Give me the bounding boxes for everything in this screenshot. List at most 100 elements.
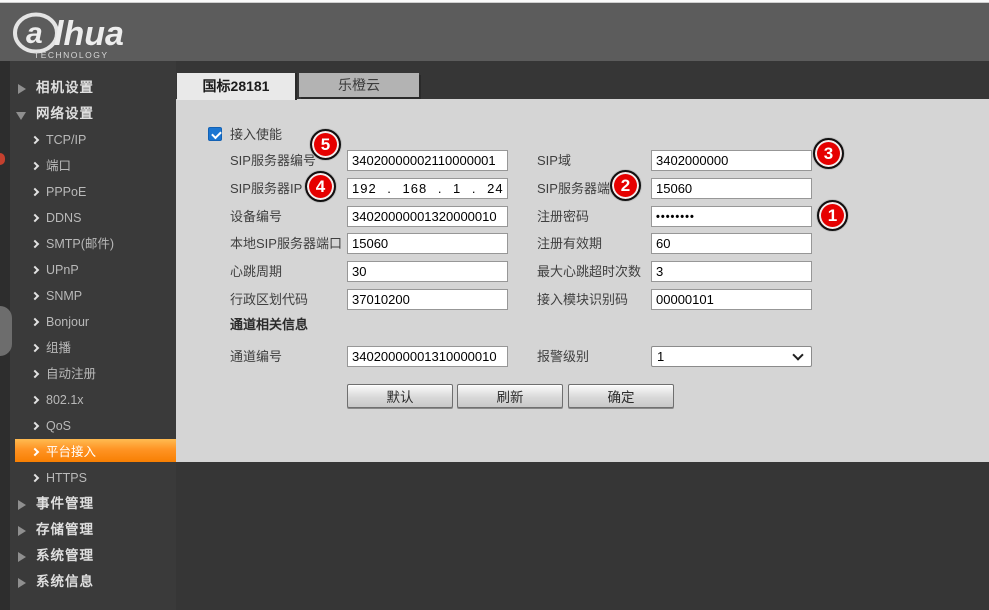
heartbeat-period-label: 心跳周期: [230, 261, 282, 282]
chevron-right-icon: [31, 370, 39, 378]
sidebar-item-label: 自动注册: [46, 367, 96, 381]
access-module-id-label: 接入模块识别码: [537, 289, 628, 310]
heartbeat-period-input[interactable]: [347, 261, 508, 282]
annotation-badge-3: 3: [813, 138, 844, 169]
admin-region-code-label: 行政区划代码: [230, 289, 308, 310]
chevron-right-icon: [31, 188, 39, 196]
triangle-right-icon: [18, 84, 26, 94]
sidebar-item-ddns[interactable]: DDNS: [0, 205, 176, 231]
register-password-label: 注册密码: [537, 206, 589, 227]
triangle-right-icon: [18, 500, 26, 510]
chevron-right-icon: [31, 162, 39, 170]
sip-domain-label: SIP域: [537, 150, 571, 171]
admin-region-code-input[interactable]: [347, 289, 508, 310]
local-sip-server-port-label: 本地SIP服务器端口: [230, 233, 342, 254]
sidebar-item-label: 组播: [46, 341, 71, 355]
enable-label: 接入使能: [230, 124, 282, 143]
sidebar-item-storage-management[interactable]: 存储管理: [0, 517, 176, 543]
triangle-right-icon: [18, 552, 26, 562]
sidebar-item-label: HTTPS: [46, 471, 87, 485]
local-sip-server-port-input[interactable]: [347, 233, 508, 254]
sidebar-item-label: 存储管理: [36, 522, 94, 537]
chevron-right-icon: [31, 344, 39, 352]
sidebar-item-multicast[interactable]: 组播: [0, 335, 176, 361]
sidebar-item-label: DDNS: [46, 211, 81, 225]
annotation-badge-1: 1: [817, 200, 848, 231]
sidebar-item-port[interactable]: 端口: [0, 153, 176, 179]
max-heartbeat-timeout-label: 最大心跳超时次数: [537, 261, 641, 282]
register-password-input[interactable]: [651, 206, 812, 227]
sidebar-item-system-management[interactable]: 系统管理: [0, 543, 176, 569]
sidebar-item-https[interactable]: HTTPS: [0, 465, 176, 491]
dahua-logo: a lhua TECHNOLOGY: [12, 9, 182, 66]
chevron-right-icon: [31, 136, 39, 144]
sidebar-item-system-info[interactable]: 系统信息: [0, 569, 176, 595]
sidebar-item-label: PPPoE: [46, 185, 86, 199]
alarm-level-select[interactable]: 1: [651, 346, 812, 367]
sidebar-item-8021x[interactable]: 802.1x: [0, 387, 176, 413]
device-id-label: 设备编号: [230, 206, 282, 227]
triangle-right-icon: [18, 578, 26, 588]
channel-info-section-title: 通道相关信息: [230, 314, 308, 333]
sidebar-item-tcpip[interactable]: TCP/IP: [0, 127, 176, 153]
sidebar-item-network-settings[interactable]: 网络设置: [0, 101, 176, 127]
alarm-level-selected-value: 1: [657, 349, 664, 364]
refresh-button[interactable]: 刷新: [457, 384, 563, 408]
register-valid-period-label: 注册有效期: [537, 233, 602, 254]
chevron-right-icon: [31, 474, 39, 482]
sidebar-item-snmp[interactable]: SNMP: [0, 283, 176, 309]
sidebar-item-platform-access[interactable]: 平台接入: [0, 439, 176, 465]
sidebar-item-label: 相机设置: [36, 80, 94, 95]
register-valid-period-input[interactable]: [651, 233, 812, 254]
dahua-web-config-page: a lhua TECHNOLOGY 相机设置 网络设置 TCP/IP 端口 PP…: [0, 0, 989, 610]
triangle-down-icon: [16, 112, 26, 120]
sidebar-item-auto-register[interactable]: 自动注册: [0, 361, 176, 387]
sidebar-item-bonjour[interactable]: Bonjour: [0, 309, 176, 335]
triangle-right-icon: [18, 526, 26, 536]
sidebar-item-label: UPnP: [46, 263, 79, 277]
collapse-handle[interactable]: [0, 306, 12, 356]
annotation-badge-2: 2: [610, 170, 641, 201]
alarm-level-label: 报警级别: [537, 346, 589, 367]
sidebar-nav: 相机设置 网络设置 TCP/IP 端口 PPPoE DDNS SMTP(邮件): [0, 61, 176, 610]
tab-lechengyun[interactable]: 乐橙云: [299, 73, 419, 97]
sidebar-item-label: Bonjour: [46, 315, 89, 329]
channel-id-label: 通道编号: [230, 346, 282, 367]
sip-server-id-label: SIP服务器编号: [230, 150, 316, 171]
enable-checkbox[interactable]: [208, 127, 222, 141]
sip-server-id-input[interactable]: [347, 150, 508, 171]
confirm-button[interactable]: 确定: [568, 384, 674, 408]
sidebar-item-label: 网络设置: [36, 106, 94, 121]
sidebar-item-label: 平台接入: [46, 445, 96, 459]
chevron-down-icon: [792, 349, 803, 360]
sidebar-item-label: SNMP: [46, 289, 82, 303]
annotation-badge-5: 5: [310, 129, 341, 160]
device-id-input[interactable]: [347, 206, 508, 227]
svg-text:lhua: lhua: [54, 15, 124, 53]
sidebar-item-camera-settings[interactable]: 相机设置: [0, 75, 176, 101]
chevron-right-icon: [31, 214, 39, 222]
sidebar-item-smtp[interactable]: SMTP(邮件): [0, 231, 176, 257]
sidebar-item-label: 端口: [46, 159, 71, 173]
channel-id-input[interactable]: [347, 346, 508, 367]
sidebar-item-label: QoS: [46, 419, 71, 433]
sidebar-item-event-management[interactable]: 事件管理: [0, 491, 176, 517]
sip-domain-input[interactable]: [651, 150, 812, 171]
tab-gb28181[interactable]: 国标28181: [177, 73, 297, 100]
chevron-right-icon: [31, 292, 39, 300]
chevron-right-icon: [31, 422, 39, 430]
chevron-right-icon: [31, 240, 39, 248]
logo-a: a: [26, 17, 43, 50]
sidebar-item-qos[interactable]: QoS: [0, 413, 176, 439]
sidebar-item-label: SMTP(邮件): [46, 237, 114, 251]
sidebar-item-upnp[interactable]: UPnP: [0, 257, 176, 283]
default-button[interactable]: 默认: [347, 384, 453, 408]
sip-server-port-input[interactable]: [651, 178, 812, 199]
sidebar-item-pppoe[interactable]: PPPoE: [0, 179, 176, 205]
max-heartbeat-timeout-input[interactable]: [651, 261, 812, 282]
sip-server-ip-input[interactable]: [347, 178, 508, 199]
annotation-badge-4: 4: [305, 171, 336, 202]
sidebar-item-label: 系统管理: [36, 548, 94, 563]
access-module-id-input[interactable]: [651, 289, 812, 310]
sidebar-item-label: TCP/IP: [46, 133, 86, 147]
